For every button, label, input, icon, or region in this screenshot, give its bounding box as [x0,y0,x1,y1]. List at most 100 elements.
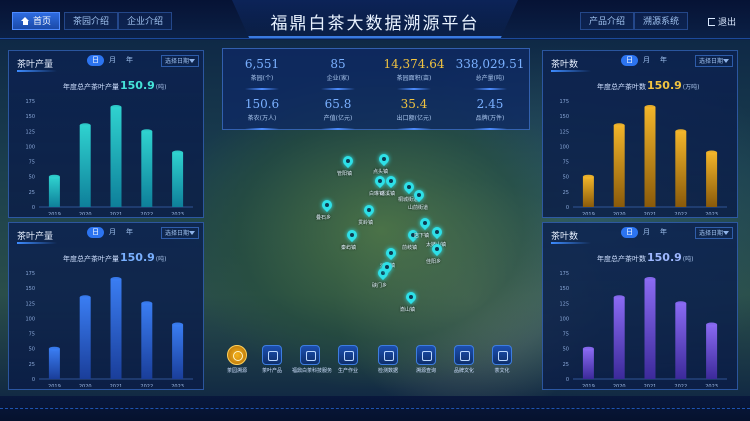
map-pin-icon[interactable] [432,244,442,258]
kpi-value: 338,029.51 [455,57,525,71]
nav-trace-system[interactable]: 溯源系统 [634,12,689,30]
bar[interactable] [706,152,718,207]
map-pin-icon[interactable] [386,176,396,190]
bar[interactable] [172,152,184,207]
exit-button[interactable]: 退出 [708,15,736,28]
bar[interactable] [79,297,91,379]
year-total-stat: 年度总产茶叶产量150.9(吨) [63,251,166,264]
date-select[interactable]: 选择日期 [695,55,733,67]
period-switch: 日月年 [87,55,138,66]
period-tab[interactable]: 日 [87,227,104,238]
bar[interactable] [141,303,153,379]
tool-button[interactable]: 福鼎白茶科技服务 [292,345,332,374]
kpi-value: 6,551 [244,57,280,71]
x-tick-label: 2022 [674,212,687,215]
bar-chart: 0 25 50 75 100 125 150 175 2019 2020 2021 2022 2023 [559,271,727,387]
map-pin-icon[interactable] [347,230,357,244]
tool-label: 茶园溯源 [226,368,247,374]
y-tick-label: 50 [29,175,35,181]
exit-label: 退出 [718,18,737,28]
bar-cap [172,150,184,155]
period-tab[interactable]: 月 [104,55,121,66]
chevron-down-icon [723,231,729,235]
date-select[interactable]: 选择日期 [695,227,733,239]
map-pin-label: 秦屿镇 [341,245,357,251]
bar-chart: 0 25 50 75 100 125 150 175 2019 2020 2021 2022 2023 [25,271,193,387]
kpi-item: 6,551 茶园(个) [225,51,299,90]
home-icon [21,17,30,25]
map-pin-icon[interactable] [406,292,416,306]
bar[interactable] [613,297,625,379]
bar[interactable] [675,131,687,207]
bar[interactable] [79,125,91,207]
map-pin-icon[interactable] [375,176,385,190]
y-tick-label: 150 [559,114,569,120]
map-pin-icon[interactable] [432,227,442,241]
kpi-divider [397,88,431,90]
y-tick-label: 175 [559,271,569,277]
map-pin-icon[interactable] [343,156,353,170]
bar[interactable] [644,279,656,379]
map-pin-label: 嵛山镇 [400,307,416,313]
map-pin-icon[interactable] [322,200,332,214]
bar-cap [79,123,91,128]
tool-button[interactable]: 生产作业 [330,345,366,374]
stat-unit: (吨) [155,256,167,263]
tool-button[interactable]: 茶叶产品 [254,345,290,374]
map-pin-icon[interactable] [420,218,430,232]
period-tab[interactable]: 日 [621,55,638,66]
bar[interactable] [582,348,594,379]
nav-tea-garden[interactable]: 茶园介绍 [64,12,119,30]
map-pin-icon[interactable] [404,182,414,196]
tool-label: 品牌文化 [453,368,474,374]
top-divider [0,38,750,39]
bar[interactable] [582,176,594,207]
bar-cap [141,129,153,134]
stat-value: 150.9 [120,79,155,92]
period-tab[interactable]: 月 [104,227,121,238]
bar[interactable] [141,131,153,207]
bar[interactable] [110,279,122,379]
tool-button[interactable]: 检测数据 [370,345,406,374]
stat-unit: (吨) [682,256,694,263]
map-pin-icon[interactable] [364,205,374,219]
y-tick-label: 25 [29,190,35,196]
nav-products[interactable]: 产品介绍 [580,12,635,30]
period-tab[interactable]: 年 [655,227,672,238]
bar[interactable] [675,303,687,379]
period-tab[interactable]: 年 [655,55,672,66]
map-pin-icon[interactable] [379,154,389,168]
x-tick-label: 2023 [705,212,718,215]
map-pin-icon[interactable] [386,248,396,262]
bar[interactable] [110,107,122,207]
tool-button[interactable]: 茶园溯源 [219,345,255,374]
nav-company[interactable]: 企业介绍 [118,12,173,30]
map-pin-icon[interactable] [382,262,392,276]
date-select-label: 选择日期 [699,58,724,65]
bar-cap [48,346,60,351]
bar[interactable] [48,176,60,207]
kpi-label: 出口额(亿元) [396,115,432,122]
map-pin-label: 点头镇 [373,169,389,175]
period-tab[interactable]: 年 [121,55,138,66]
map-pin-icon[interactable] [414,190,424,204]
period-tab[interactable]: 年 [121,227,138,238]
bar[interactable] [172,324,184,379]
period-tab[interactable]: 日 [87,55,104,66]
period-tab[interactable]: 月 [638,55,655,66]
y-tick-label: 100 [559,144,569,150]
nav-home[interactable]: 首页 [12,12,61,30]
bar[interactable] [48,348,60,379]
date-select[interactable]: 选择日期 [161,55,199,67]
bar[interactable] [644,107,656,207]
period-tab[interactable]: 月 [638,227,655,238]
bar-cap [675,301,687,306]
top-bar: 福鼎白茶大数据溯源平台 首页 茶园介绍 企业介绍 产品介绍 溯源系统 退出 [0,0,750,40]
period-tab[interactable]: 日 [621,227,638,238]
bar[interactable] [613,125,625,207]
date-select[interactable]: 选择日期 [161,227,199,239]
tool-button[interactable]: 茶文化 [484,345,520,374]
tool-button[interactable]: 品牌文化 [446,345,482,374]
bar[interactable] [706,324,718,379]
tool-button[interactable]: 溯源查询 [408,345,444,374]
